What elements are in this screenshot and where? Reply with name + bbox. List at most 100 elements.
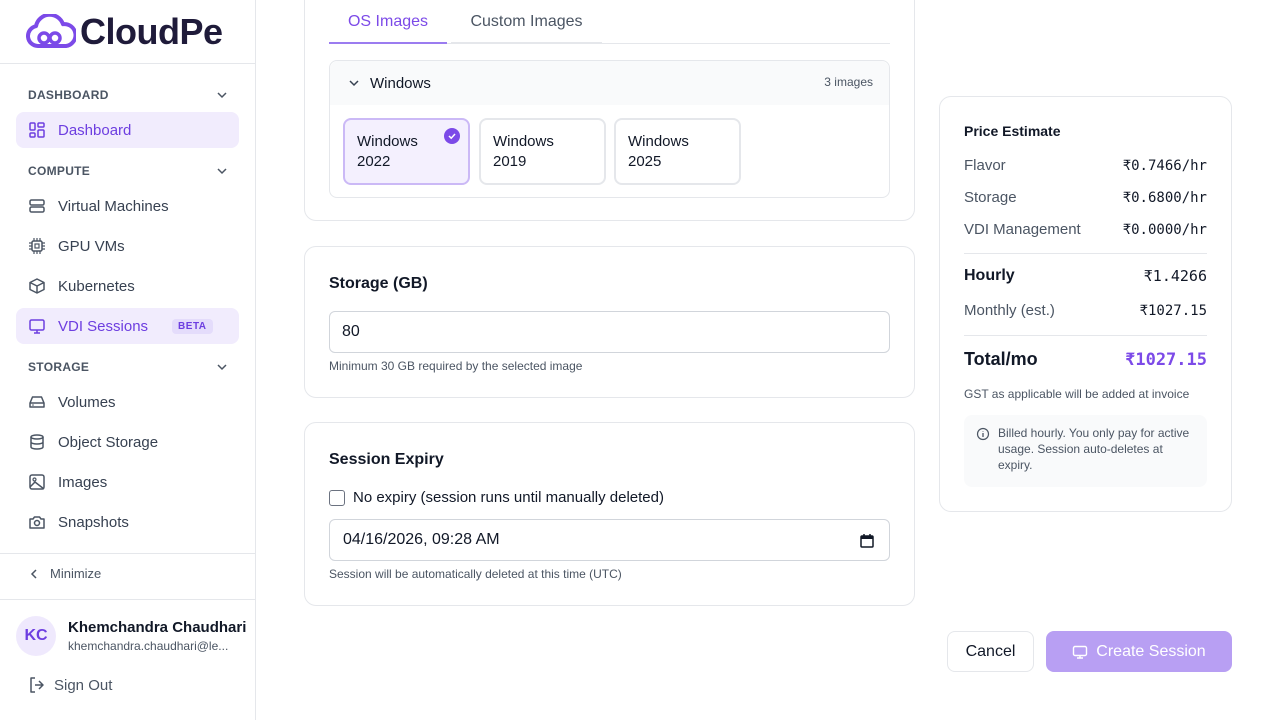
storage-card: Storage (GB) 80 Minimum 30 GB required b…: [304, 246, 915, 398]
section-dashboard[interactable]: DASHBOARD: [28, 85, 228, 105]
user-email: khemchandra.chaudhari@le...: [68, 639, 229, 653]
storage-helper: Minimum 30 GB required by the selected i…: [329, 359, 583, 373]
sidebar-item-label: Virtual Machines: [58, 197, 169, 215]
server-icon: [28, 197, 46, 215]
session-expiry-title: Session Expiry: [329, 451, 444, 468]
monitor-icon: [28, 317, 46, 335]
sidebar-divider: [0, 599, 256, 600]
image-option-windows-2025[interactable]: Windows 2025: [614, 118, 741, 185]
camera-icon: [28, 513, 46, 531]
image-option-windows-2022[interactable]: Windows 2022: [343, 118, 470, 185]
calendar-icon[interactable]: [859, 533, 875, 549]
sidebar-divider: [0, 553, 256, 554]
gst-note: GST as applicable will be added at invoi…: [964, 387, 1190, 401]
storage-title: Storage (GB): [329, 275, 428, 292]
price-divider: [964, 335, 1207, 336]
beta-badge: BETA: [172, 318, 213, 334]
image-option-name: Windows: [628, 133, 689, 150]
sidebar-item-virtual-machines[interactable]: Virtual Machines: [16, 188, 239, 224]
price-value: ₹0.0000/hr: [1122, 221, 1207, 238]
image-option-version: 2025: [628, 153, 662, 170]
tab-custom-images[interactable]: Custom Images: [451, 1, 602, 44]
expiry-datetime-value: 04/16/2026, 09:28 AM: [343, 531, 500, 548]
create-session-button[interactable]: Create Session: [1046, 631, 1232, 672]
no-expiry-checkbox[interactable]: [329, 489, 345, 506]
section-compute[interactable]: COMPUTE: [28, 161, 228, 181]
sidebar-item-kubernetes[interactable]: Kubernetes: [16, 268, 239, 304]
sidebar-item-vdi-sessions[interactable]: VDI Sessions BETA: [16, 308, 239, 344]
app-root: CloudPe DASHBOARD Dashboard COMPUTE Virt…: [0, 0, 1280, 720]
storage-input[interactable]: 80: [329, 311, 890, 353]
section-storage[interactable]: STORAGE: [28, 357, 228, 377]
user-name: Khemchandra Chaudhari: [68, 619, 247, 636]
image-tabs: OS Images Custom Images: [329, 1, 890, 44]
sidebar-item-images[interactable]: Images: [16, 464, 239, 500]
expiry-datetime-input[interactable]: 04/16/2026, 09:28 AM: [329, 519, 890, 561]
sign-out-label: Sign Out: [54, 676, 113, 694]
chevron-down-icon: [217, 92, 227, 99]
price-label: VDI Management: [964, 221, 1081, 238]
price-divider: [964, 253, 1207, 254]
total-label: Total/mo: [964, 349, 1038, 369]
create-session-label: Create Session: [1096, 642, 1206, 660]
sidebar-item-label: Snapshots: [58, 513, 129, 531]
no-expiry-label: No expiry (session runs until manually d…: [353, 489, 664, 506]
price-label: Storage: [964, 189, 1017, 206]
sidebar-item-label: Dashboard: [58, 121, 132, 139]
sidebar-nav: DASHBOARD Dashboard COMPUTE Virtual Mach…: [0, 64, 256, 552]
minimize-label: Minimize: [50, 566, 102, 581]
sidebar: CloudPe DASHBOARD Dashboard COMPUTE Virt…: [0, 0, 256, 720]
sidebar-item-snapshots[interactable]: Snapshots: [16, 504, 239, 540]
section-label: DASHBOARD: [28, 88, 109, 102]
image-option-name: Windows: [493, 133, 554, 150]
image-group-windows: Windows 3 images Windows 2022 Windows 20…: [329, 60, 890, 198]
image-group-name: Windows: [370, 74, 431, 92]
section-label: COMPUTE: [28, 164, 91, 178]
price-label: Flavor: [964, 157, 1006, 174]
sidebar-item-label: VDI Sessions: [58, 317, 149, 335]
price-estimate-title: Price Estimate: [964, 123, 1061, 139]
price-value: ₹0.6800/hr: [1122, 189, 1207, 206]
chevron-down-icon: [349, 80, 359, 87]
drive-icon: [28, 393, 46, 411]
sign-out-icon: [30, 677, 44, 693]
database-icon: [28, 433, 46, 451]
hourly-label: Hourly: [964, 267, 1015, 284]
expiry-helper: Session will be automatically deleted at…: [329, 567, 622, 581]
user-profile[interactable]: KC Khemchandra Chaudhari khemchandra.cha…: [16, 616, 247, 656]
billing-info-text: Billed hourly. You only pay for active u…: [998, 426, 1190, 472]
minimize-button[interactable]: Minimize: [28, 566, 101, 581]
monthly-value: ₹1027.15: [1139, 302, 1207, 319]
image-group-header[interactable]: Windows 3 images: [330, 61, 889, 105]
no-expiry-option[interactable]: No expiry (session runs until manually d…: [329, 489, 664, 506]
brand-name: CloudPe: [80, 11, 223, 52]
total-value: ₹1027.15: [1125, 349, 1207, 370]
brand-logo[interactable]: CloudPe: [24, 11, 223, 52]
info-icon: [976, 427, 990, 441]
price-row-storage: Storage ₹0.6800/hr: [964, 189, 1207, 206]
sidebar-item-dashboard[interactable]: Dashboard: [16, 112, 239, 148]
sidebar-item-label: Volumes: [58, 393, 116, 411]
sidebar-item-volumes[interactable]: Volumes: [16, 384, 239, 420]
price-row-monthly: Monthly (est.) ₹1027.15: [964, 302, 1207, 319]
price-row-hourly: Hourly ₹1.4266: [964, 267, 1207, 285]
image-group-count: 3 images: [824, 75, 873, 89]
avatar: KC: [16, 616, 56, 656]
sidebar-item-label: GPU VMs: [58, 237, 125, 255]
dashboard-icon: [28, 121, 46, 139]
tab-os-images[interactable]: OS Images: [329, 1, 447, 44]
session-expiry-card: Session Expiry No expiry (session runs u…: [304, 422, 915, 606]
section-label: STORAGE: [28, 360, 90, 374]
sidebar-item-gpu-vms[interactable]: GPU VMs: [16, 228, 239, 264]
cancel-button[interactable]: Cancel: [947, 631, 1034, 672]
image-icon: [28, 473, 46, 491]
image-option-name: Windows: [357, 133, 418, 150]
price-estimate-card: Price Estimate Flavor ₹0.7466/hr Storage…: [939, 96, 1232, 512]
check-icon: [444, 128, 460, 144]
monitor-icon: [1073, 645, 1088, 659]
image-option-windows-2019[interactable]: Windows 2019: [479, 118, 606, 185]
cube-icon: [28, 277, 46, 295]
sign-out-button[interactable]: Sign Out: [28, 676, 112, 694]
image-option-version: 2022: [357, 153, 391, 170]
sidebar-item-object-storage[interactable]: Object Storage: [16, 424, 239, 460]
